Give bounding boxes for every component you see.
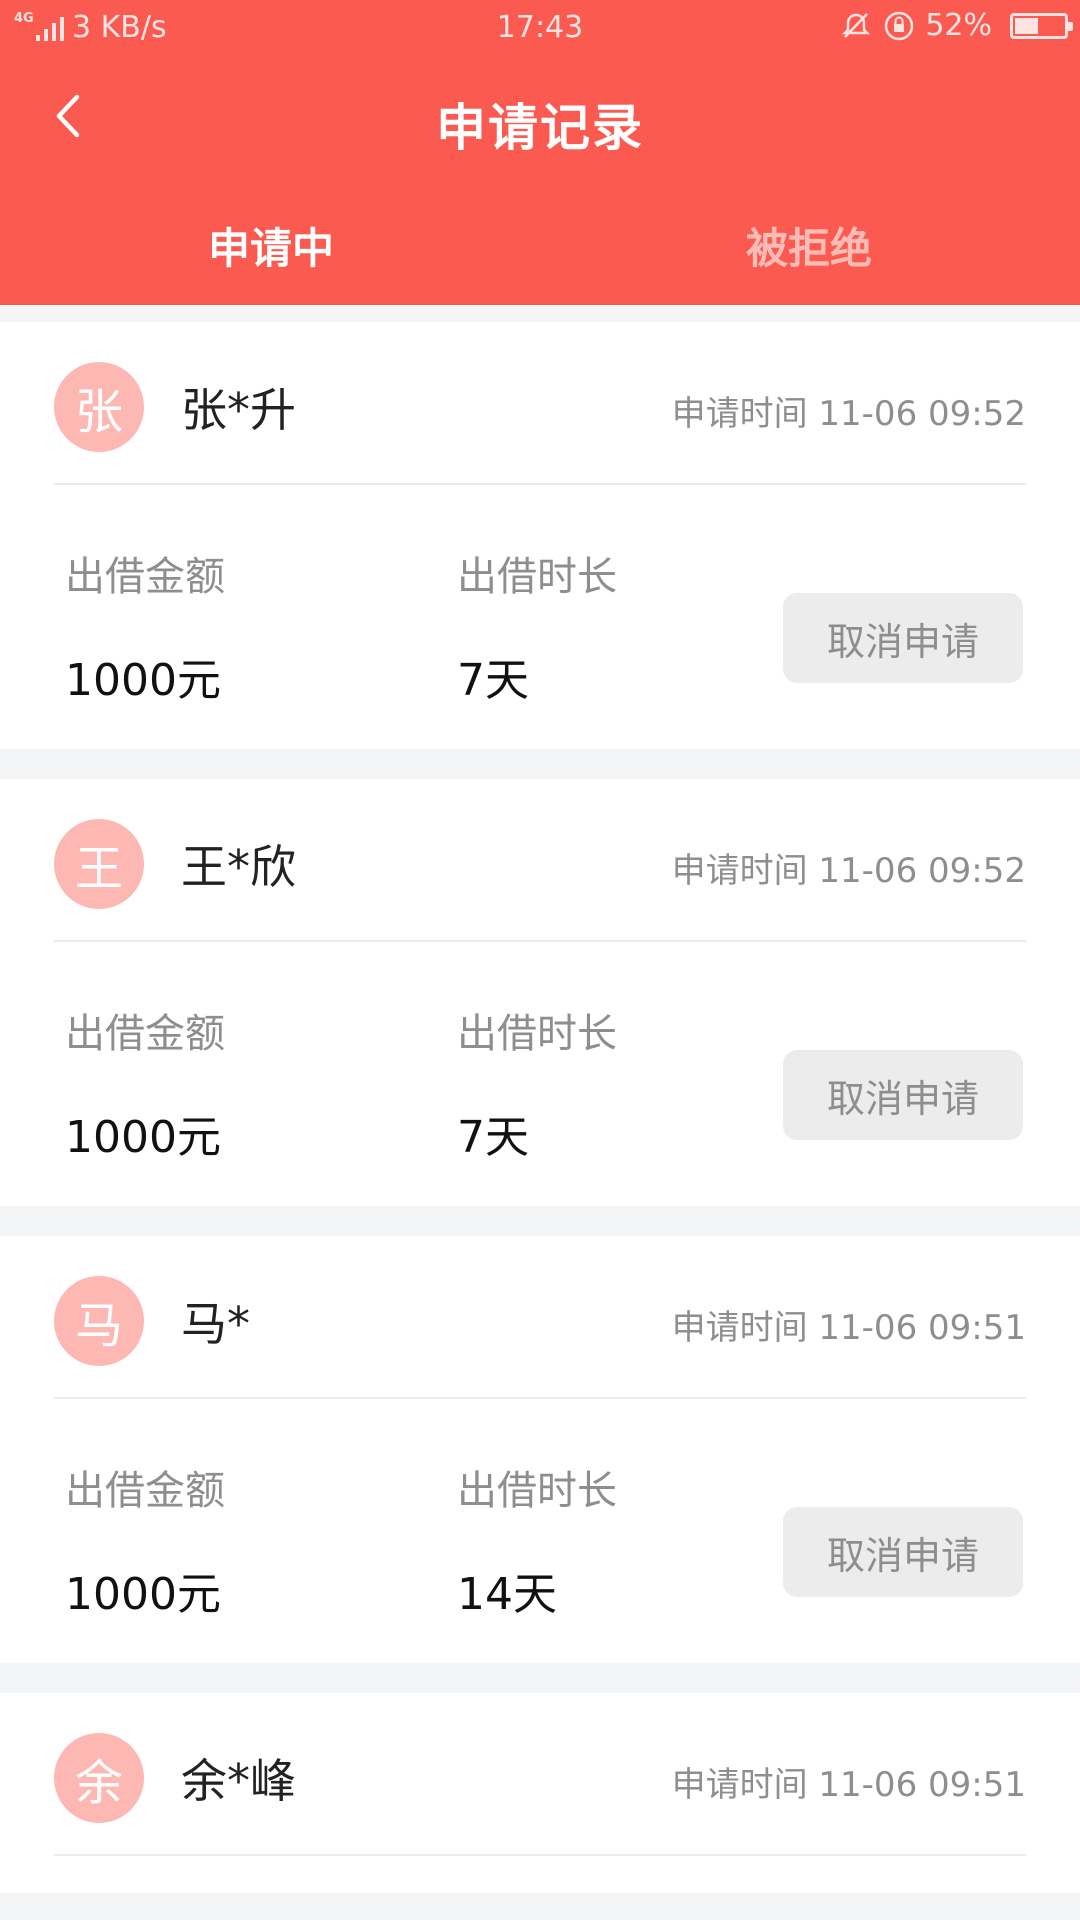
applicant-name: 余*峰 bbox=[181, 1754, 296, 1808]
tab-pending[interactable]: 申请中 bbox=[208, 215, 334, 276]
record-header: 马 马* 申请时间 11-06 09:51 bbox=[54, 1236, 1026, 1399]
applicant-name: 张*升 bbox=[181, 383, 296, 437]
avatar: 马 bbox=[54, 1276, 144, 1366]
mute-vibrate-icon bbox=[842, 12, 871, 38]
application-list: 张 张*升 申请时间 11-06 09:52 出借金额 出借时长 1000元 7… bbox=[0, 322, 1080, 1893]
avatar: 王 bbox=[54, 819, 144, 909]
amount-value: 1000元 bbox=[65, 1569, 221, 1620]
battery-icon bbox=[1010, 12, 1073, 39]
cancel-application-button[interactable]: 取消申请 bbox=[783, 593, 1023, 683]
duration-label: 出借时长 bbox=[457, 1011, 617, 1057]
amount-value: 1000元 bbox=[65, 1112, 221, 1163]
list-item: 王 王*欣 申请时间 11-06 09:52 出借金额 出借时长 1000元 7… bbox=[0, 779, 1080, 1206]
amount-label: 出借金额 bbox=[65, 554, 225, 600]
applicant-name: 王*欣 bbox=[181, 840, 296, 894]
record-header: 张 张*升 申请时间 11-06 09:52 bbox=[54, 322, 1026, 485]
tab-rejected[interactable]: 被拒绝 bbox=[746, 215, 872, 276]
duration-label: 出借时长 bbox=[457, 1468, 617, 1514]
amount-label: 出借金额 bbox=[65, 1011, 225, 1057]
rotation-lock-icon bbox=[885, 11, 914, 40]
list-item: 马 马* 申请时间 11-06 09:51 出借金额 出借时长 1000元 14… bbox=[0, 1236, 1080, 1663]
applicant-name: 马* bbox=[181, 1297, 250, 1351]
page-title: 申请记录 bbox=[436, 99, 644, 157]
list-item: 张 张*升 申请时间 11-06 09:52 出借金额 出借时长 1000元 7… bbox=[0, 322, 1080, 749]
system-icons: 52% bbox=[839, 8, 1073, 43]
record-header: 余 余*峰 申请时间 11-06 09:51 bbox=[54, 1693, 1026, 1856]
cancel-application-button[interactable]: 取消申请 bbox=[783, 1050, 1023, 1140]
duration-value: 14天 bbox=[457, 1569, 557, 1620]
apply-time: 申请时间 11-06 09:52 bbox=[671, 851, 1026, 891]
record-header: 王 王*欣 申请时间 11-06 09:52 bbox=[54, 779, 1026, 942]
battery-percent: 52% bbox=[925, 8, 992, 43]
apply-time: 申请时间 11-06 09:51 bbox=[671, 1765, 1026, 1805]
cancel-application-button[interactable]: 取消申请 bbox=[783, 1507, 1023, 1597]
duration-value: 7天 bbox=[457, 1112, 529, 1163]
apply-time: 申请时间 11-06 09:51 bbox=[671, 1308, 1026, 1348]
apply-time: 申请时间 11-06 09:52 bbox=[671, 394, 1026, 434]
avatar: 余 bbox=[54, 1733, 144, 1823]
amount-value: 1000元 bbox=[65, 655, 221, 706]
duration-value: 7天 bbox=[457, 655, 529, 706]
duration-label: 出借时长 bbox=[457, 554, 617, 600]
app-header: 4G 3 KB/s 17:43 52% 申请记录 申请中 被拒绝 bbox=[0, 0, 1080, 305]
status-bar: 4G 3 KB/s 17:43 52% bbox=[0, 0, 1080, 56]
list-item: 余 余*峰 申请时间 11-06 09:51 bbox=[0, 1693, 1080, 1893]
avatar: 张 bbox=[54, 362, 144, 452]
amount-label: 出借金额 bbox=[65, 1468, 225, 1514]
